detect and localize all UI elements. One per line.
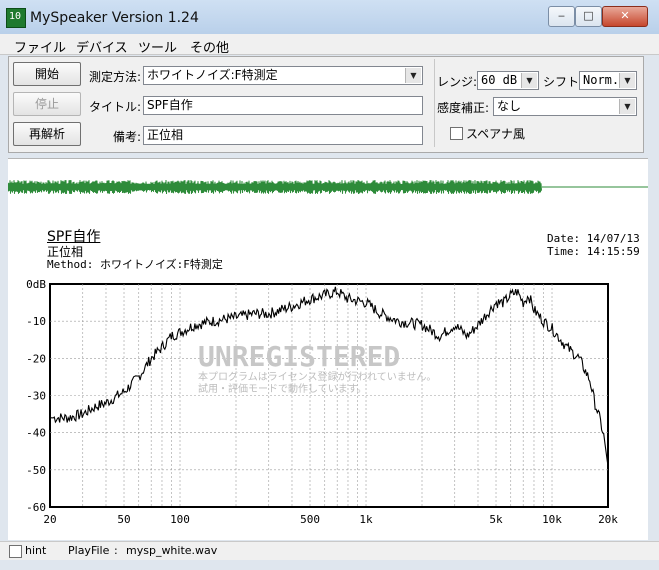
stop-button[interactable]: 停止	[13, 92, 81, 116]
waveform-svg	[7, 179, 648, 195]
waveform-trace	[7, 179, 542, 195]
waveform-path	[7, 179, 542, 195]
title-label: タイトル:	[88, 100, 141, 114]
playfile-label: PlayFile	[68, 544, 110, 557]
spectrum-label: スペアナ風	[466, 127, 525, 141]
range-label: レンジ:	[437, 75, 478, 89]
x-tick-label: 500	[300, 513, 320, 526]
graph-panel: SPF自作 正位相 Method: ホワイトノイズ:F特測定 Date: 14/…	[8, 216, 648, 540]
shift-label: シフト:	[543, 75, 584, 89]
x-tick-label: 10k	[542, 513, 562, 526]
title-bar: 10 MySpeaker Version 1.24 ‒ □ ✕	[0, 0, 659, 34]
chevron-down-icon: ▼	[521, 73, 537, 88]
menu-bar: ファイル デバイス ツール その他	[0, 34, 659, 56]
menu-other[interactable]: その他	[190, 37, 229, 56]
y-tick-label: -40	[26, 427, 46, 440]
chevron-down-icon: ▼	[619, 99, 635, 114]
x-tick-label: 100	[170, 513, 190, 526]
minimize-icon: ‒	[558, 9, 565, 22]
method-label: 測定方法:	[88, 70, 141, 84]
x-tick-label: 5k	[489, 513, 503, 526]
menu-device[interactable]: デバイス	[76, 37, 128, 56]
close-icon: ✕	[620, 9, 630, 22]
range-select-value: 60 dB	[481, 73, 518, 87]
start-button[interactable]: 開始	[13, 62, 81, 86]
menu-file[interactable]: ファイル	[14, 37, 66, 56]
note-input[interactable]: 正位相	[143, 126, 423, 145]
method-select-value: ホワイトノイズ:F特測定	[147, 68, 278, 82]
playfile-separator: :	[114, 544, 118, 557]
method-select[interactable]: ホワイトノイズ:F特測定 ▼	[143, 66, 423, 85]
y-tick-label: -30	[26, 390, 46, 403]
hint-checkbox[interactable]	[9, 545, 22, 558]
y-tick-label: -20	[26, 352, 46, 365]
x-tick-label: 20	[43, 513, 56, 526]
sensitivity-select-value: なし	[497, 99, 522, 113]
x-axis-ticks: 20 50 100 500 1k 5k 10k 20k	[43, 513, 618, 526]
chevron-down-icon: ▼	[619, 73, 635, 88]
shift-select-value: Norm.	[583, 73, 620, 87]
panel-divider	[434, 59, 435, 147]
menu-tools[interactable]: ツール	[138, 37, 177, 56]
shift-select[interactable]: Norm. ▼	[579, 71, 637, 90]
x-tick-label: 1k	[359, 513, 373, 526]
y-tick-label: -50	[26, 464, 46, 477]
frequency-response-chart: 0dB-10-20-30-40-50-60 20 50 100 500 1k 5k 10k 2…	[26, 278, 618, 526]
y-axis-ticks: 0dB-10-20-30-40-50-60	[26, 278, 46, 514]
chevron-down-icon: ▼	[405, 68, 421, 83]
range-select[interactable]: 60 dB ▼	[477, 71, 539, 90]
watermark-line-1: 本プログラムはライセンス登録が行われていません。	[198, 370, 436, 383]
app-icon-text: 10	[9, 11, 22, 22]
reanalyze-button[interactable]: 再解析	[13, 122, 81, 146]
app-icon[interactable]: 10	[6, 8, 26, 28]
minimize-button[interactable]: ‒	[548, 6, 575, 27]
x-tick-label: 20k	[598, 513, 618, 526]
playfile-value: mysp_white.wav	[126, 544, 218, 557]
title-input[interactable]: SPF自作	[143, 96, 423, 115]
close-button[interactable]: ✕	[602, 6, 648, 27]
watermark-title: UNREGISTERED	[198, 340, 400, 373]
maximize-button[interactable]: □	[575, 6, 602, 27]
waveform-panel	[7, 158, 648, 218]
spectrum-checkbox[interactable]	[450, 127, 463, 140]
plot-frame	[49, 283, 609, 508]
hint-label: hint	[25, 544, 47, 557]
x-tick-label: 50	[117, 513, 130, 526]
y-tick-label: -10	[26, 315, 46, 328]
control-panel: 開始 停止 再解析 測定方法: ホワイトノイズ:F特測定 ▼ タイトル: SPF…	[8, 56, 644, 153]
sensitivity-label: 感度補正:	[437, 101, 490, 115]
watermark-line-2: 試用・評価モードで動作しています。	[198, 382, 367, 395]
sensitivity-select[interactable]: なし ▼	[493, 97, 637, 116]
y-tick-label: 0dB	[26, 278, 46, 291]
maximize-icon: □	[583, 9, 594, 22]
note-label: 備考:	[112, 130, 141, 144]
window-title: MySpeaker Version 1.24	[30, 10, 199, 26]
status-bar: hint PlayFile : mysp_white.wav	[0, 541, 659, 560]
